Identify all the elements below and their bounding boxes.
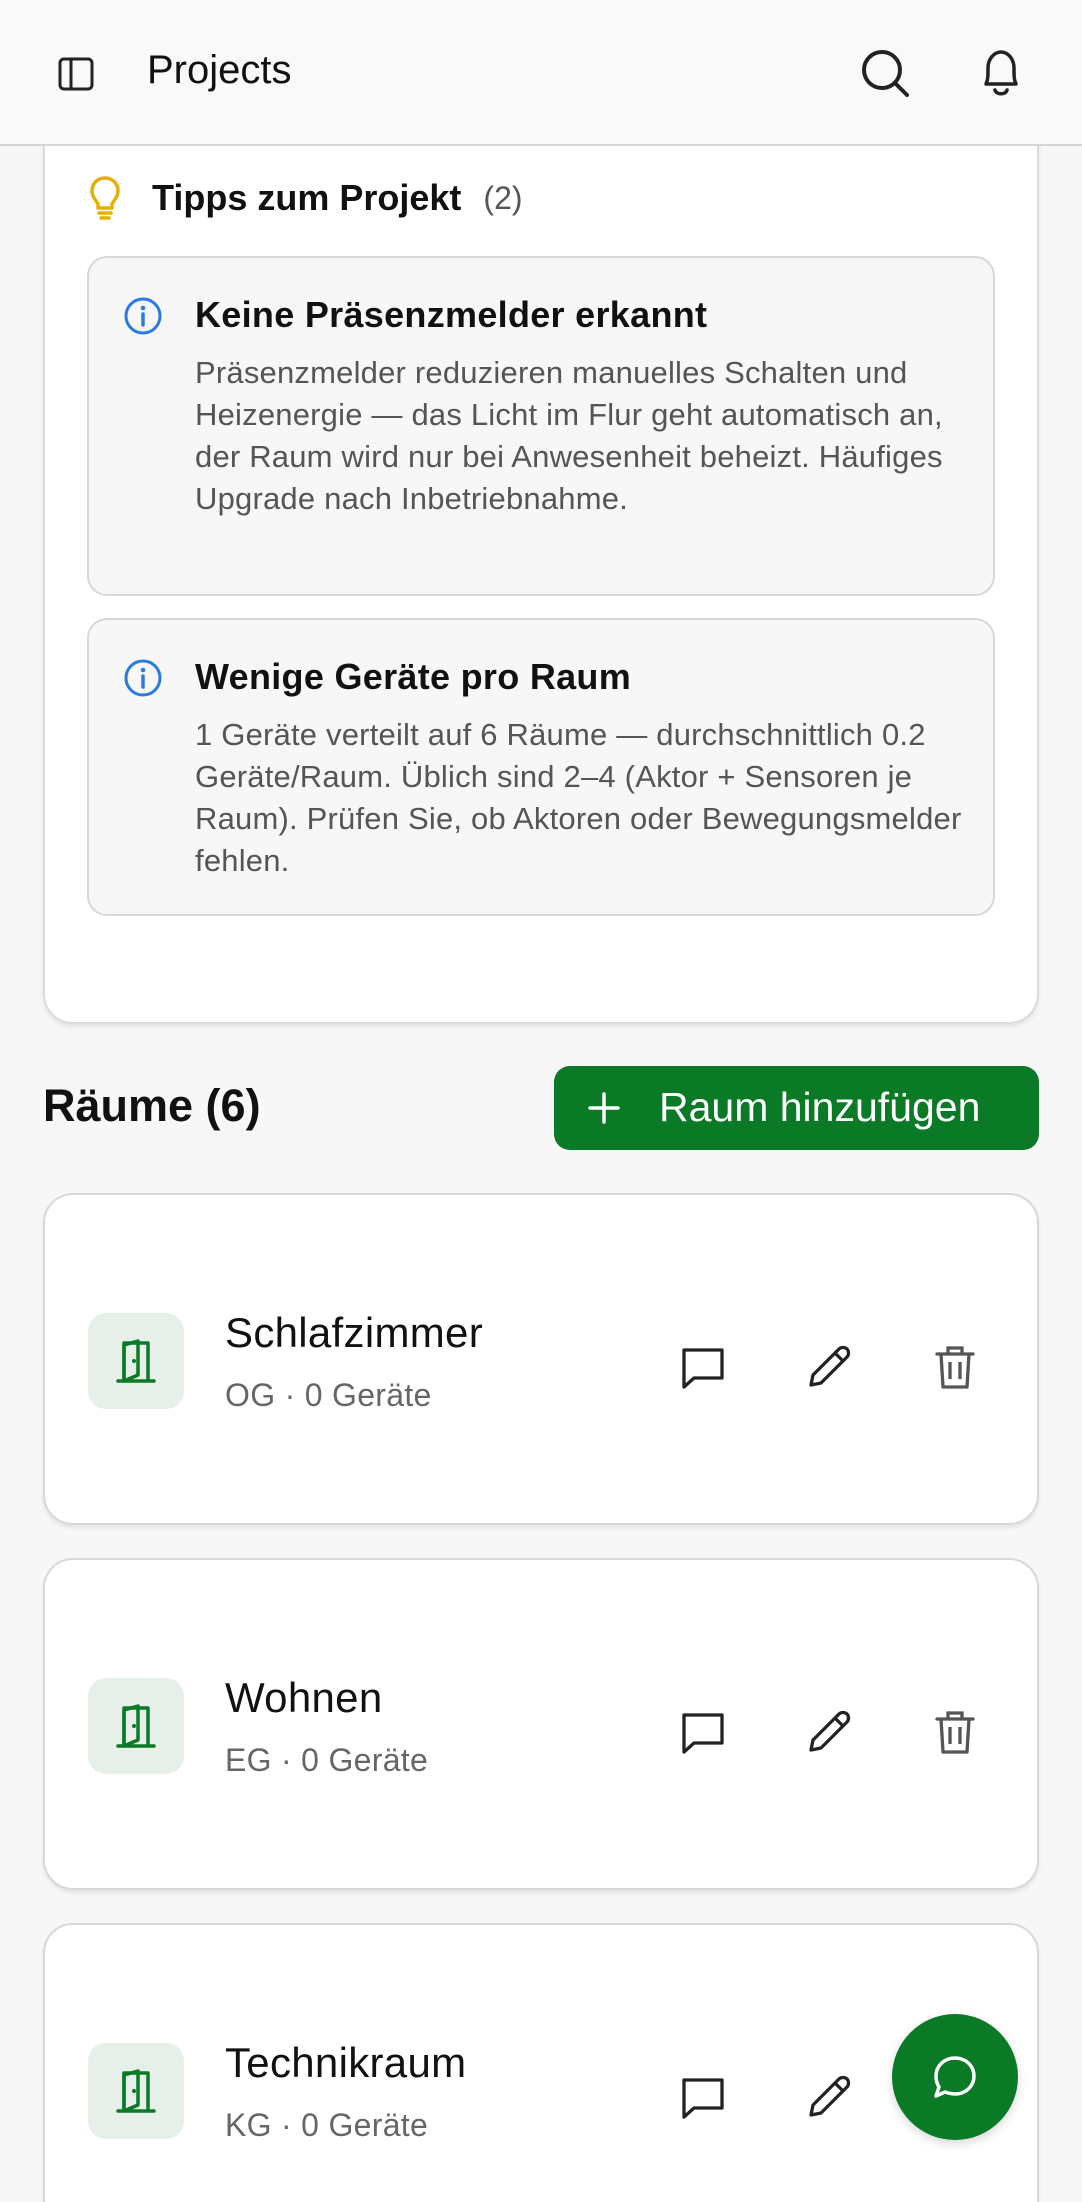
tip-text: Präsenzmelder reduzieren manuelles Schal… xyxy=(195,355,943,516)
info-icon xyxy=(124,297,162,335)
page: Projects Tipps zum Projekt (2) Keine Prä… xyxy=(0,0,1082,2202)
add-room-label: Raum hinzufügen xyxy=(659,1084,981,1130)
room-name: Schlafzimmer xyxy=(225,1309,483,1356)
rooms-section-title: Räume (6) xyxy=(43,1080,261,1131)
add-room-button[interactable]: Raum hinzufügen xyxy=(554,1066,1039,1150)
tip-item: Keine Präsenzmelder erkannt Präsenzmelde… xyxy=(87,256,995,596)
room-icon-tile xyxy=(88,1313,184,1409)
trash-icon xyxy=(935,1711,975,1754)
chat-icon xyxy=(934,2056,976,2098)
room-icon-tile xyxy=(88,2043,184,2139)
edit-button[interactable] xyxy=(803,1706,855,1758)
delete-button[interactable] xyxy=(929,1706,981,1758)
tip-title: Wenige Geräte pro Raum xyxy=(195,656,632,697)
search-button[interactable] xyxy=(860,48,910,98)
door-icon xyxy=(116,1339,156,1383)
pencil-icon xyxy=(809,1710,851,1752)
tips-header: Tipps zum Projekt (2) xyxy=(88,173,523,223)
pencil-icon xyxy=(809,1345,851,1387)
search-icon xyxy=(862,50,909,97)
comment-button[interactable] xyxy=(677,1341,729,1393)
comment-button[interactable] xyxy=(677,1706,729,1758)
tip-text: 1 Geräte verteilt auf 6 Räume — durchsch… xyxy=(195,717,962,878)
comment-icon xyxy=(682,1713,724,1754)
info-icon xyxy=(124,659,162,697)
comment-button[interactable] xyxy=(677,2071,729,2123)
room-name: Wohnen xyxy=(225,1674,383,1721)
room-meta: EG · 0 Geräte xyxy=(225,1742,429,1778)
tip-item: Wenige Geräte pro Raum 1 Geräte verteilt… xyxy=(87,618,995,916)
edit-button[interactable] xyxy=(803,1341,855,1393)
page-title: Projects xyxy=(147,48,292,92)
comment-icon xyxy=(682,1348,724,1389)
trash-icon xyxy=(935,1346,975,1389)
lightbulb-icon xyxy=(90,176,120,220)
comment-icon xyxy=(682,2078,724,2119)
room-meta: KG · 0 Geräte xyxy=(225,2107,429,2143)
room-card[interactable]: Schlafzimmer OG · 0 Geräte xyxy=(43,1193,1039,1525)
bell-icon xyxy=(984,50,1018,96)
door-icon xyxy=(116,1704,156,1748)
tips-label: Tipps zum Projekt xyxy=(152,177,462,218)
door-icon xyxy=(116,2069,156,2113)
room-meta: OG · 0 Geräte xyxy=(225,1377,432,1413)
notifications-button[interactable] xyxy=(976,46,1026,100)
sidebar-toggle-button[interactable] xyxy=(56,54,96,94)
room-card[interactable]: Technikraum KG · 0 Geräte xyxy=(43,1923,1039,2202)
tips-count: (2) xyxy=(483,179,523,216)
room-name: Technikraum xyxy=(225,2039,467,2086)
room-card[interactable]: Wohnen EG · 0 Geräte xyxy=(43,1558,1039,1890)
pencil-icon xyxy=(809,2075,851,2117)
chat-fab-button[interactable] xyxy=(892,2014,1018,2140)
edit-button[interactable] xyxy=(803,2071,855,2123)
sidebar-icon xyxy=(58,57,94,91)
room-icon-tile xyxy=(88,1678,184,1774)
delete-button[interactable] xyxy=(929,1341,981,1393)
tip-title: Keine Präsenzmelder erkannt xyxy=(195,294,708,335)
plus-icon xyxy=(588,1092,620,1124)
app-header: Projects xyxy=(0,0,1082,146)
